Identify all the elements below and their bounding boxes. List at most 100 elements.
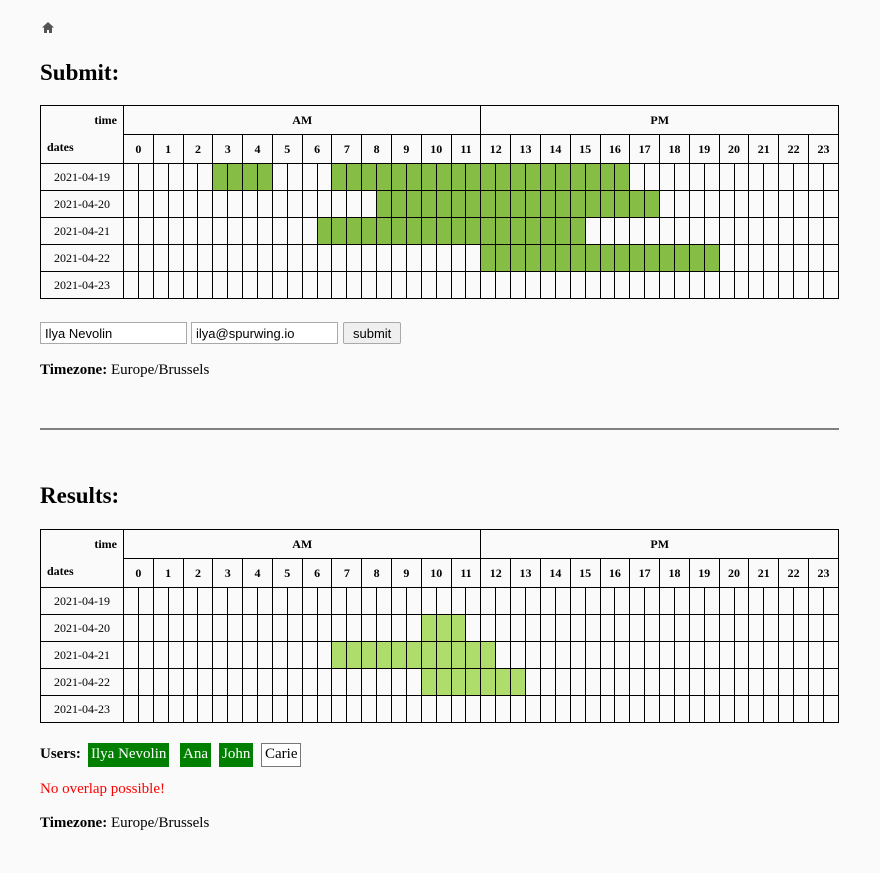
result-slot-cell[interactable] [748,695,765,723]
submit-slot-cell[interactable] [346,217,363,245]
result-slot-cell[interactable] [361,695,378,723]
result-slot-cell[interactable] [167,587,184,615]
submit-slot-cell[interactable] [554,271,571,299]
submit-slot-cell[interactable] [510,271,527,299]
submit-slot-cell[interactable] [212,190,229,218]
result-slot-cell[interactable] [450,614,467,642]
submit-slot-cell[interactable] [614,271,631,299]
submit-slot-cell[interactable] [763,190,780,218]
submit-slot-cell[interactable] [197,271,214,299]
result-slot-cell[interactable] [793,695,809,723]
submit-slot-cell[interactable] [525,163,541,191]
submit-slot-cell[interactable] [673,271,690,299]
result-slot-cell[interactable] [614,614,631,642]
submit-slot-cell[interactable] [376,271,393,299]
submit-slot-cell[interactable] [152,217,169,245]
result-slot-cell[interactable] [644,668,661,696]
submit-slot-cell[interactable] [480,163,497,191]
submit-slot-cell[interactable] [450,163,467,191]
result-slot-cell[interactable] [644,695,661,723]
result-slot-cell[interactable] [271,668,288,696]
result-slot-cell[interactable] [703,668,720,696]
submit-slot-cell[interactable] [807,244,824,272]
submit-slot-cell[interactable] [688,217,705,245]
submit-slot-cell[interactable] [539,217,556,245]
result-slot-cell[interactable] [793,587,809,615]
result-slot-cell[interactable] [301,587,318,615]
result-slot-cell[interactable] [614,641,631,669]
result-slot-cell[interactable] [525,587,541,615]
result-slot-cell[interactable] [420,668,437,696]
submit-slot-cell[interactable] [822,163,840,191]
submit-slot-cell[interactable] [644,271,661,299]
submit-slot-cell[interactable] [554,217,571,245]
home-icon[interactable] [40,20,56,36]
submit-slot-cell[interactable] [569,244,586,272]
result-slot-cell[interactable] [212,695,229,723]
submit-slot-cell[interactable] [614,244,631,272]
submit-slot-cell[interactable] [257,217,273,245]
submit-slot-cell[interactable] [152,190,169,218]
result-slot-cell[interactable] [525,641,541,669]
submit-slot-cell[interactable] [778,217,795,245]
submit-slot-cell[interactable] [495,271,512,299]
submit-slot-cell[interactable] [212,271,229,299]
result-slot-cell[interactable] [688,641,705,669]
submit-slot-cell[interactable] [510,244,527,272]
result-slot-cell[interactable] [376,641,393,669]
result-slot-cell[interactable] [376,614,393,642]
result-slot-cell[interactable] [778,614,795,642]
result-slot-cell[interactable] [152,668,169,696]
result-slot-cell[interactable] [391,614,407,642]
submit-slot-cell[interactable] [167,163,184,191]
result-slot-cell[interactable] [778,587,795,615]
submit-slot-cell[interactable] [167,217,184,245]
result-slot-cell[interactable] [748,587,765,615]
result-slot-cell[interactable] [197,668,214,696]
submit-slot-cell[interactable] [182,271,199,299]
submit-slot-cell[interactable] [510,163,527,191]
result-slot-cell[interactable] [733,587,750,615]
result-slot-cell[interactable] [688,695,705,723]
result-slot-cell[interactable] [569,587,586,615]
result-slot-cell[interactable] [123,587,139,615]
result-slot-cell[interactable] [733,695,750,723]
submit-slot-cell[interactable] [822,217,840,245]
result-slot-cell[interactable] [227,668,244,696]
submit-slot-cell[interactable] [673,190,690,218]
submit-slot-cell[interactable] [123,217,139,245]
submit-slot-cell[interactable] [793,163,809,191]
submit-slot-cell[interactable] [673,217,690,245]
submit-slot-cell[interactable] [435,163,452,191]
result-slot-cell[interactable] [495,641,512,669]
result-slot-cell[interactable] [405,668,422,696]
result-slot-cell[interactable] [465,587,482,615]
submit-slot-cell[interactable] [807,163,824,191]
submit-slot-cell[interactable] [167,244,184,272]
submit-slot-cell[interactable] [167,271,184,299]
result-slot-cell[interactable] [316,695,333,723]
submit-slot-cell[interactable] [450,244,467,272]
submit-slot-cell[interactable] [554,190,571,218]
result-slot-cell[interactable] [793,668,809,696]
result-slot-cell[interactable] [614,587,631,615]
result-slot-cell[interactable] [659,614,675,642]
submit-slot-cell[interactable] [405,271,422,299]
submit-slot-cell[interactable] [733,244,750,272]
result-slot-cell[interactable] [614,695,631,723]
result-slot-cell[interactable] [539,668,556,696]
result-slot-cell[interactable] [629,668,646,696]
result-slot-cell[interactable] [316,641,333,669]
result-slot-cell[interactable] [599,668,616,696]
submit-slot-cell[interactable] [346,244,363,272]
result-slot-cell[interactable] [257,668,273,696]
result-slot-cell[interactable] [212,614,229,642]
submit-slot-cell[interactable] [435,217,452,245]
result-slot-cell[interactable] [361,614,378,642]
submit-slot-cell[interactable] [807,190,824,218]
submit-slot-cell[interactable] [137,271,154,299]
submit-slot-cell[interactable] [376,190,393,218]
result-slot-cell[interactable] [480,695,497,723]
result-slot-cell[interactable] [420,587,437,615]
submit-slot-cell[interactable] [123,190,139,218]
